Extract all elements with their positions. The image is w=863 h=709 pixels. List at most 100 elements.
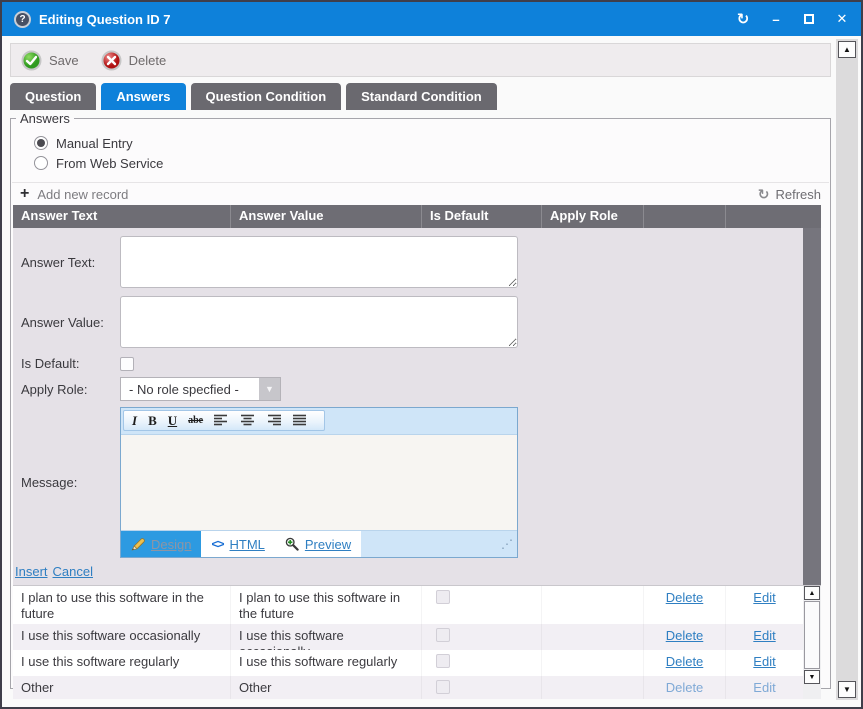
save-button[interactable]: Save: [21, 50, 79, 71]
cell-is-default: [421, 650, 541, 676]
insert-link[interactable]: Insert: [15, 564, 48, 579]
delete-row-link[interactable]: Delete: [666, 590, 704, 605]
answer-text-input[interactable]: [120, 236, 518, 288]
is-default-row-checkbox[interactable]: [436, 590, 450, 604]
apply-role-label: Apply Role:: [13, 382, 120, 397]
column-header-answer-text[interactable]: Answer Text: [13, 205, 230, 228]
tab-answers[interactable]: Answers: [101, 83, 185, 110]
is-default-row-checkbox[interactable]: [436, 654, 450, 668]
table-row[interactable]: I use this software regularly I use this…: [13, 650, 803, 676]
table-row[interactable]: I plan to use this software in the futur…: [13, 586, 803, 624]
align-right-icon[interactable]: [266, 414, 281, 427]
tab-question[interactable]: Question: [10, 83, 96, 110]
delete-row-link[interactable]: Delete: [666, 654, 704, 669]
align-justify-icon[interactable]: [292, 414, 307, 427]
radio-selected-icon: [34, 136, 48, 150]
is-default-row-checkbox[interactable]: [436, 628, 450, 642]
magnifier-icon: [285, 537, 299, 551]
refresh-window-icon[interactable]: ↻: [736, 12, 750, 26]
scroll-down-icon[interactable]: ▼: [804, 670, 820, 684]
minimize-icon[interactable]: –: [769, 12, 783, 26]
close-icon[interactable]: ✕: [835, 12, 849, 26]
cancel-link[interactable]: Cancel: [53, 564, 93, 579]
radio-from-web-service[interactable]: From Web Service: [34, 153, 829, 173]
answer-value-input[interactable]: [120, 296, 518, 348]
cell-edit: Edit: [725, 650, 803, 676]
window-scrollbar[interactable]: ▲ ▼: [836, 39, 858, 700]
delete-row-link[interactable]: Delete: [666, 628, 704, 643]
answer-value-label: Answer Value:: [13, 315, 120, 330]
design-label: Design: [151, 537, 191, 552]
cell-delete: Delete: [643, 650, 725, 676]
delete-icon: [101, 50, 122, 71]
cell-answer-value: I use this software occasionally: [230, 624, 421, 650]
resize-grip-icon[interactable]: ⋰: [501, 537, 513, 551]
radio-unselected-icon: [34, 156, 48, 170]
cell-answer-value: Other: [230, 676, 421, 699]
pencil-icon: [131, 537, 145, 551]
underline-icon[interactable]: U: [168, 414, 177, 427]
editor-tab-preview[interactable]: Preview: [275, 531, 361, 557]
edit-question-dialog: ? Editing Question ID 7 ↻ – ✕ Save: [0, 0, 863, 709]
delete-button[interactable]: Delete: [101, 50, 167, 71]
radio-manual-entry[interactable]: Manual Entry: [34, 133, 829, 153]
italic-icon[interactable]: I: [132, 414, 137, 427]
titlebar: ? Editing Question ID 7 ↻ – ✕: [2, 2, 861, 36]
refresh-grid-button[interactable]: ↻ Refresh: [758, 186, 821, 203]
entry-mode-radios: Manual Entry From Web Service: [12, 126, 829, 182]
editor-tab-html[interactable]: <> HTML: [201, 531, 274, 557]
scroll-up-icon[interactable]: ▲: [838, 41, 856, 58]
edit-row-link[interactable]: Edit: [753, 654, 775, 669]
strikethrough-icon[interactable]: abe: [188, 416, 203, 426]
is-default-row-checkbox[interactable]: [436, 680, 450, 694]
align-center-icon[interactable]: [240, 414, 255, 427]
add-new-record-label: Add new record: [37, 187, 128, 202]
column-header-empty-1: [643, 205, 725, 228]
delete-row-link[interactable]: Delete: [666, 680, 704, 695]
table-row[interactable]: I use this software occasionally I use t…: [13, 624, 803, 650]
edit-row-link[interactable]: Edit: [753, 628, 775, 643]
is-default-checkbox[interactable]: [120, 357, 134, 371]
cell-answer-text: I plan to use this software in the futur…: [13, 586, 230, 624]
html-label: HTML: [229, 537, 264, 552]
is-default-label: Is Default:: [13, 356, 120, 371]
cell-edit: Edit: [725, 624, 803, 650]
cell-apply-role: [541, 624, 643, 650]
editor-tab-design[interactable]: Design: [121, 531, 201, 557]
cell-answer-text: I use this software regularly: [13, 650, 230, 676]
action-toolbar: Save Delete: [10, 43, 831, 77]
cell-edit: Edit: [725, 586, 803, 624]
tab-standard-condition[interactable]: Standard Condition: [346, 83, 497, 110]
tab-question-condition[interactable]: Question Condition: [191, 83, 342, 110]
edit-row-link[interactable]: Edit: [753, 680, 775, 695]
edit-row-link[interactable]: Edit: [753, 590, 775, 605]
apply-role-select[interactable]: - No role specfied - ▼: [120, 377, 281, 401]
answers-grid: Answer Text Answer Value Is Default Appl…: [13, 205, 821, 699]
editor-mode-bar: Design <> HTML: [121, 531, 517, 557]
editor-toolbar: I B U abe: [121, 408, 517, 434]
bold-icon[interactable]: B: [148, 414, 157, 427]
scroll-down-icon[interactable]: ▼: [838, 681, 856, 698]
grid-scrollbar-thumb[interactable]: [804, 601, 820, 669]
insert-row-form: Answer Text: Answer Value: Is Default:: [13, 228, 821, 585]
tab-strip: Question Answers Question Condition Stan…: [10, 83, 861, 110]
cell-edit: Edit: [725, 676, 803, 699]
cell-delete: Delete: [643, 624, 725, 650]
add-new-record-button[interactable]: + Add new record: [20, 186, 128, 202]
message-editor: I B U abe: [120, 407, 518, 558]
column-header-is-default[interactable]: Is Default: [421, 205, 541, 228]
scroll-up-icon[interactable]: ▲: [804, 586, 820, 600]
radio-from-web-service-label: From Web Service: [56, 156, 163, 171]
grid-scrollbar[interactable]: ▲ ▼: [803, 586, 821, 699]
cell-delete: Delete: [643, 586, 725, 624]
help-icon[interactable]: ?: [14, 11, 31, 28]
maximize-icon[interactable]: [802, 12, 816, 26]
form-side-strip: [803, 228, 821, 585]
column-header-apply-role[interactable]: Apply Role: [541, 205, 643, 228]
table-row[interactable]: Other Other Delete Edit: [13, 676, 803, 699]
column-header-answer-value[interactable]: Answer Value: [230, 205, 421, 228]
message-input[interactable]: [121, 434, 517, 531]
align-left-icon[interactable]: [214, 414, 229, 427]
html-tag-icon: <>: [211, 537, 223, 551]
apply-role-value: - No role specfied -: [121, 378, 259, 400]
